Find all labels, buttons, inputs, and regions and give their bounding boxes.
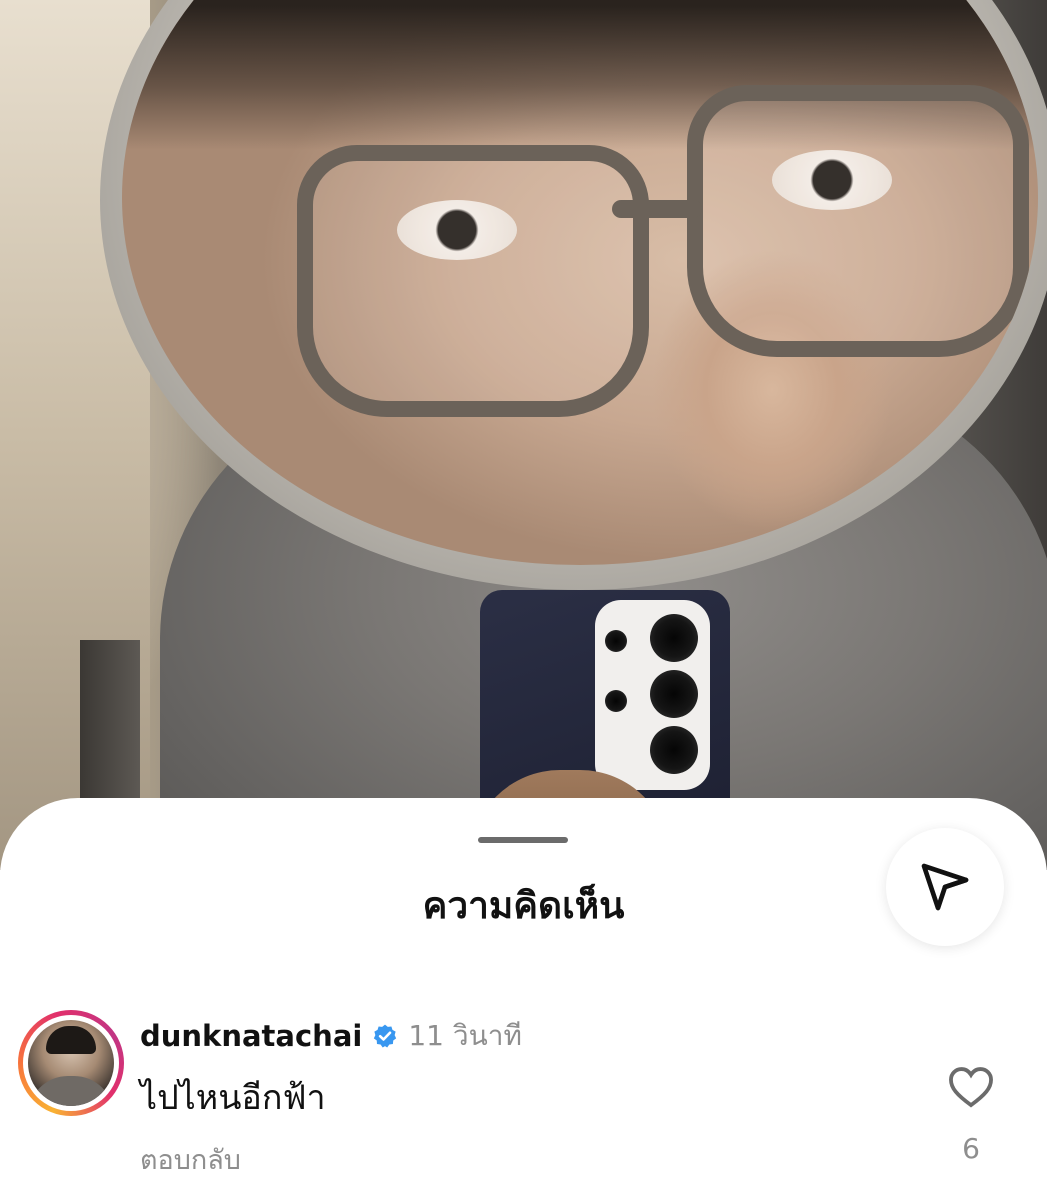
avatar-hair	[46, 1026, 96, 1054]
photo-glasses-left-lens	[297, 145, 649, 417]
photo-camera-module	[595, 600, 710, 790]
photo-camera-lens	[650, 614, 698, 662]
comment-timestamp: 11 วินาที	[408, 1019, 522, 1052]
avatar-story-ring[interactable]	[18, 1010, 124, 1116]
comment-header: dunknatachai 11 วินาที	[140, 1016, 522, 1056]
avatar-ring-gap	[23, 1015, 119, 1111]
reply-button[interactable]: ตอบกลับ	[140, 1138, 241, 1181]
like-count: 6	[962, 1132, 980, 1165]
comment-username[interactable]: dunknatachai	[140, 1019, 362, 1053]
heart-icon[interactable]	[948, 1066, 994, 1108]
share-button[interactable]	[886, 828, 1004, 946]
photo-camera-lens	[650, 726, 698, 774]
photo-glasses-bridge	[612, 200, 702, 218]
comment-text: ไปไหนอีกฟ้า	[140, 1078, 326, 1118]
avatar	[28, 1020, 114, 1106]
photo-camera-lens	[650, 670, 698, 718]
paper-plane-icon	[921, 863, 969, 911]
comment-item: dunknatachai 11 วินาที ไปไหนอีกฟ้า ตอบกล…	[0, 1008, 1047, 1188]
photo-camera-lens	[605, 690, 627, 712]
story-comments-screen: ความคิดเห็น dunknatachai 11 วินาที ไปไหน…	[0, 0, 1047, 1200]
comments-sheet[interactable]: ความคิดเห็น dunknatachai 11 วินาที ไปไหน…	[0, 798, 1047, 1200]
avatar-coat	[28, 1076, 114, 1106]
verified-badge-icon	[374, 1024, 397, 1048]
story-photo	[0, 0, 1047, 870]
sheet-drag-handle[interactable]	[478, 837, 568, 843]
photo-glasses-right-lens	[687, 85, 1029, 357]
photo-camera-lens	[605, 630, 627, 652]
